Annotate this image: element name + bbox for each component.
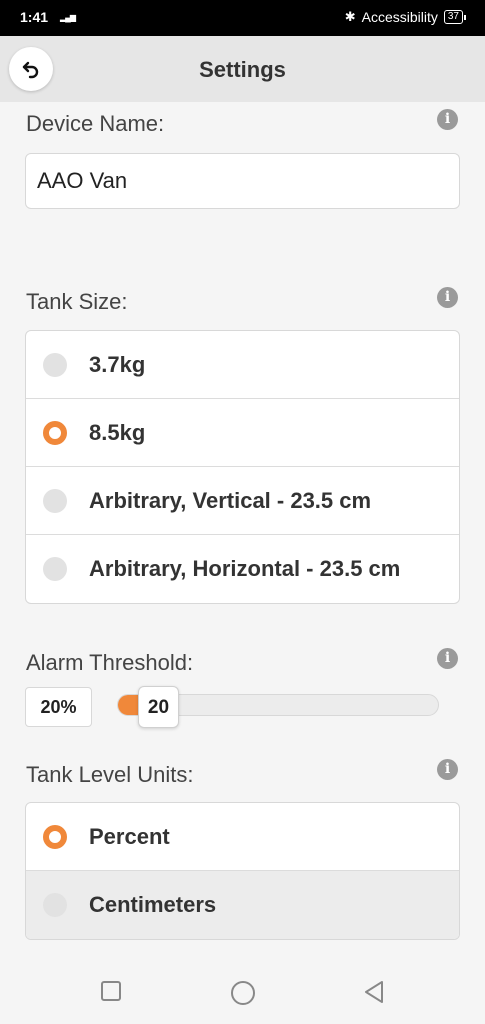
option-label: Arbitrary, Horizontal - 23.5 cm bbox=[89, 556, 401, 581]
radio-unselected-icon bbox=[43, 893, 67, 917]
option-label: 8.5kg bbox=[89, 419, 146, 445]
system-nav-bar bbox=[0, 958, 485, 1024]
tank-size-option-arbitrary-horizontal[interactable]: Arbitrary, Horizontal - 23.5 cm bbox=[26, 535, 459, 603]
tank-level-units-label: Tank Level Units: bbox=[26, 762, 194, 787]
status-bar: 1:41 ▂▄▆ ✱ Accessibility 37 bbox=[0, 0, 485, 36]
tank-size-option-3-7kg[interactable]: 3.7kg bbox=[26, 331, 459, 399]
radio-selected-icon bbox=[43, 420, 67, 445]
option-label: Arbitrary, Vertical - 23.5 cm bbox=[89, 487, 372, 513]
page-title: Settings bbox=[199, 57, 286, 82]
status-right: ✱ Accessibility 37 bbox=[344, 9, 467, 25]
option-label: Centimeters bbox=[89, 892, 217, 917]
device-name-label: Device Name: bbox=[26, 111, 165, 136]
option-label: 3.7kg bbox=[89, 351, 146, 377]
option-label: Percent bbox=[89, 823, 170, 849]
tank-size-label: Tank Size: bbox=[26, 289, 128, 314]
bluetooth-icon: ✱ bbox=[344, 9, 356, 24]
alarm-threshold-info-icon[interactable]: i bbox=[437, 648, 458, 669]
status-time: 1:41 bbox=[20, 9, 49, 25]
tank-size-options: 3.7kg 8.5kg Arbitrary, Vertical - 23.5 c… bbox=[25, 330, 460, 604]
back-triangle-icon[interactable] bbox=[363, 980, 385, 1004]
radio-unselected-icon bbox=[43, 488, 67, 513]
tank-size-option-arbitrary-vertical[interactable]: Arbitrary, Vertical - 23.5 cm bbox=[26, 467, 459, 535]
app-header: Settings bbox=[0, 36, 485, 102]
device-name-info-icon[interactable]: i bbox=[437, 109, 458, 130]
battery-icon: 37 bbox=[443, 10, 467, 24]
radio-unselected-icon bbox=[43, 352, 67, 377]
alarm-threshold-label: Alarm Threshold: bbox=[26, 650, 194, 675]
units-option-centimeters[interactable]: Centimeters bbox=[26, 871, 459, 939]
alarm-threshold-value: 20% bbox=[25, 687, 92, 727]
signal-icon: ▂▄▆ bbox=[60, 13, 76, 22]
recents-square-icon[interactable] bbox=[100, 980, 122, 1002]
radio-unselected-icon bbox=[43, 557, 67, 581]
slider-thumb[interactable]: 20 bbox=[138, 686, 179, 728]
units-option-percent[interactable]: Percent bbox=[26, 803, 459, 871]
accessibility-label: Accessibility bbox=[361, 9, 438, 25]
tank-size-option-8-5kg[interactable]: 8.5kg bbox=[26, 399, 459, 467]
radio-selected-icon bbox=[43, 824, 67, 849]
device-name-input[interactable] bbox=[25, 153, 460, 209]
home-circle-icon[interactable] bbox=[230, 980, 256, 1006]
tank-level-units-info-icon[interactable]: i bbox=[437, 759, 458, 780]
tank-level-units-options: Percent Centimeters bbox=[25, 802, 460, 940]
tank-size-info-icon[interactable]: i bbox=[437, 287, 458, 308]
